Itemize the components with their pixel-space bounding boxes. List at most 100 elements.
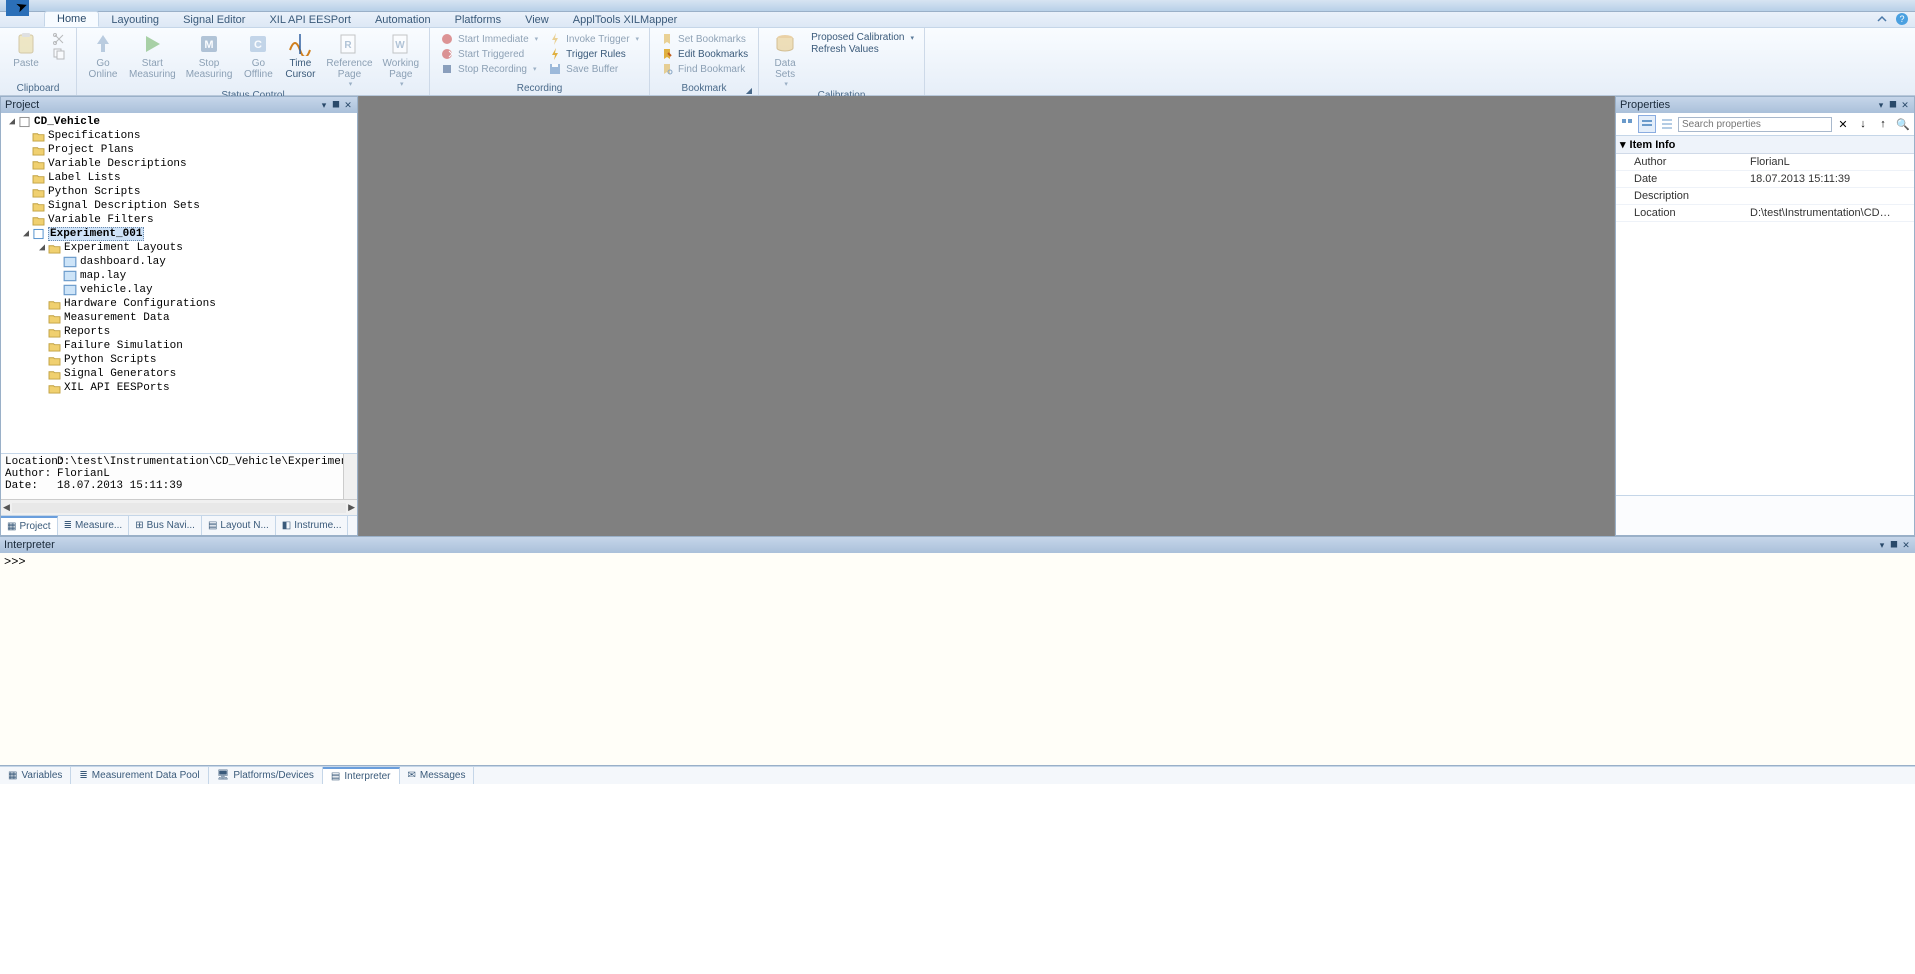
properties-panel: Properties ▾ ⯀ ✕ ✕ ↓ ↑ 🔍 ▾Item Info Auth…	[1615, 96, 1915, 536]
list-icon[interactable]	[1658, 115, 1676, 133]
tree-item[interactable]: Python Scripts	[3, 185, 355, 199]
save-buffer-button[interactable]: Save Buffer	[544, 62, 643, 76]
tree-layout-file[interactable]: map.lay	[3, 269, 355, 283]
tab-appltools-xilmapper[interactable]: ApplTools XILMapper	[561, 13, 690, 27]
tree-item[interactable]: Signal Generators	[3, 367, 355, 381]
alphabetical-icon[interactable]	[1638, 115, 1656, 133]
tree-item[interactable]: Label Lists	[3, 171, 355, 185]
tree-item[interactable]: Measurement Data	[3, 311, 355, 325]
dialog-launcher-icon[interactable]: ◢	[746, 86, 752, 95]
panel-menu-icon[interactable]: ▾	[1877, 540, 1887, 550]
info-location-val: D:\test\Instrumentation\CD_Vehicle\Exper…	[57, 456, 357, 468]
project-tree[interactable]: ◢CD_Vehicle Specifications Project Plans…	[1, 113, 357, 453]
gtab-measurement-data-pool[interactable]: ≣Measurement Data Pool	[71, 767, 208, 784]
edit-bookmarks-button[interactable]: Edit Bookmarks	[656, 47, 752, 61]
tree-layout-file[interactable]: vehicle.lay	[3, 283, 355, 297]
item-info-section[interactable]: ▾Item Info	[1616, 136, 1914, 154]
tree-item[interactable]: Python Scripts	[3, 353, 355, 367]
pin-icon[interactable]: ⯀	[1888, 100, 1898, 110]
scrollbar-vertical[interactable]	[343, 454, 357, 499]
pin-icon[interactable]: ⯀	[331, 100, 341, 110]
reference-page-button[interactable]: RReference Page▾	[322, 30, 376, 90]
panel-menu-icon[interactable]: ▾	[1876, 100, 1886, 110]
chevron-down-icon: ▾	[349, 80, 353, 88]
title-right-icons: ?	[1875, 12, 1909, 26]
tree-item[interactable]: Hardware Configurations	[3, 297, 355, 311]
search-next-icon[interactable]: ↓	[1854, 115, 1872, 133]
stop-recording-button[interactable]: Stop Recording▾	[436, 62, 542, 76]
tree-item[interactable]: Project Plans	[3, 143, 355, 157]
search-icon[interactable]: 🔍	[1894, 115, 1912, 133]
pin-icon[interactable]: ⯀	[1889, 540, 1899, 550]
time-cursor-button[interactable]: Time Cursor	[280, 30, 320, 82]
set-bookmarks-button[interactable]: Set Bookmarks	[656, 32, 752, 46]
prop-author[interactable]: AuthorFlorianL	[1616, 154, 1914, 171]
tree-item[interactable]: Failure Simulation	[3, 339, 355, 353]
categorized-icon[interactable]	[1618, 115, 1636, 133]
stop-icon	[440, 62, 454, 76]
start-triggered-button[interactable]: Start Triggered	[436, 47, 542, 61]
minimize-ribbon-icon[interactable]	[1875, 12, 1889, 26]
mdp-icon: ≣	[79, 770, 87, 781]
gtab-interpreter[interactable]: ▤Interpreter	[323, 767, 400, 784]
tab-signal-editor[interactable]: Signal Editor	[171, 13, 257, 27]
folder-icon	[31, 186, 45, 198]
tree-item[interactable]: Reports	[3, 325, 355, 339]
tree-experiment[interactable]: ◢Experiment_001	[3, 227, 355, 241]
gtab-messages[interactable]: ✉Messages	[400, 767, 475, 784]
panel-menu-icon[interactable]: ▾	[319, 100, 329, 110]
tab-layouting[interactable]: Layouting	[99, 13, 171, 27]
interpreter-console[interactable]: >>>	[0, 553, 1915, 765]
properties-search-input[interactable]	[1678, 117, 1832, 132]
tree-item[interactable]: Variable Descriptions	[3, 157, 355, 171]
tab-instrume[interactable]: ◧Instrume...	[276, 516, 349, 535]
tree-layouts[interactable]: ◢Experiment Layouts	[3, 241, 355, 255]
prop-date[interactable]: Date18.07.2013 15:11:39	[1616, 171, 1914, 188]
close-icon[interactable]: ✕	[1900, 100, 1910, 110]
tab-home[interactable]: Home	[44, 11, 99, 27]
go-offline-button[interactable]: CGo Offline	[238, 30, 278, 82]
tab-view[interactable]: View	[513, 13, 561, 27]
prop-location[interactable]: LocationD:\test\Instrumentation\CD…	[1616, 205, 1914, 222]
tab-xil-api-eesport[interactable]: XIL API EESPort	[257, 13, 363, 27]
go-online-button[interactable]: Go Online	[83, 30, 123, 82]
svg-text:?: ?	[1899, 14, 1904, 24]
tab-automation[interactable]: Automation	[363, 13, 443, 27]
tab-platforms[interactable]: Platforms	[443, 13, 513, 27]
tree-item[interactable]: Specifications	[3, 129, 355, 143]
prop-description[interactable]: Description	[1616, 188, 1914, 205]
filter-icon[interactable]: ✕	[1834, 115, 1852, 133]
folder-icon	[31, 130, 45, 142]
refresh-values-button[interactable]: Refresh Values	[807, 44, 918, 55]
tab-project[interactable]: ▦Project	[1, 516, 58, 535]
gtab-variables[interactable]: ▦Variables	[0, 767, 71, 784]
proposed-calibration-button[interactable]: Proposed Calibration▾	[807, 32, 918, 43]
tree-item[interactable]: Variable Filters	[3, 213, 355, 227]
tab-measure[interactable]: ≣Measure...	[58, 516, 130, 535]
data-sets-button[interactable]: Data Sets▾	[765, 30, 805, 90]
close-icon[interactable]: ✕	[1901, 540, 1911, 550]
gtab-platforms-devices[interactable]: 🖥Platforms/Devices	[209, 767, 323, 784]
project-tab-icon: ▦	[7, 521, 16, 532]
start-measuring-button[interactable]: Start Measuring	[125, 30, 180, 82]
working-page-button[interactable]: WWorking Page▾	[379, 30, 424, 90]
scrollbar-horizontal[interactable]: ◀▶	[1, 499, 357, 515]
tab-layout-n[interactable]: ▤Layout N...	[202, 516, 276, 535]
find-bookmark-button[interactable]: Find Bookmark	[656, 62, 752, 76]
tree-layout-file[interactable]: dashboard.lay	[3, 255, 355, 269]
lightning-gear-icon	[548, 47, 562, 61]
tab-bus-navi[interactable]: ⊞Bus Navi...	[129, 516, 202, 535]
close-icon[interactable]: ✕	[343, 100, 353, 110]
paste-button[interactable]: Paste	[6, 30, 46, 71]
help-icon[interactable]: ?	[1895, 12, 1909, 26]
search-prev-icon[interactable]: ↑	[1874, 115, 1892, 133]
cut-button[interactable]	[48, 32, 70, 46]
invoke-trigger-button[interactable]: Invoke Trigger▾	[544, 32, 643, 46]
start-immediate-button[interactable]: Start Immediate▾	[436, 32, 542, 46]
trigger-rules-button[interactable]: Trigger Rules	[544, 47, 643, 61]
stop-measuring-button[interactable]: MStop Measuring	[182, 30, 237, 82]
copy-button[interactable]	[48, 47, 70, 61]
tree-root[interactable]: ◢CD_Vehicle	[3, 115, 355, 129]
tree-item[interactable]: Signal Description Sets	[3, 199, 355, 213]
tree-item[interactable]: XIL API EESPorts	[3, 381, 355, 395]
